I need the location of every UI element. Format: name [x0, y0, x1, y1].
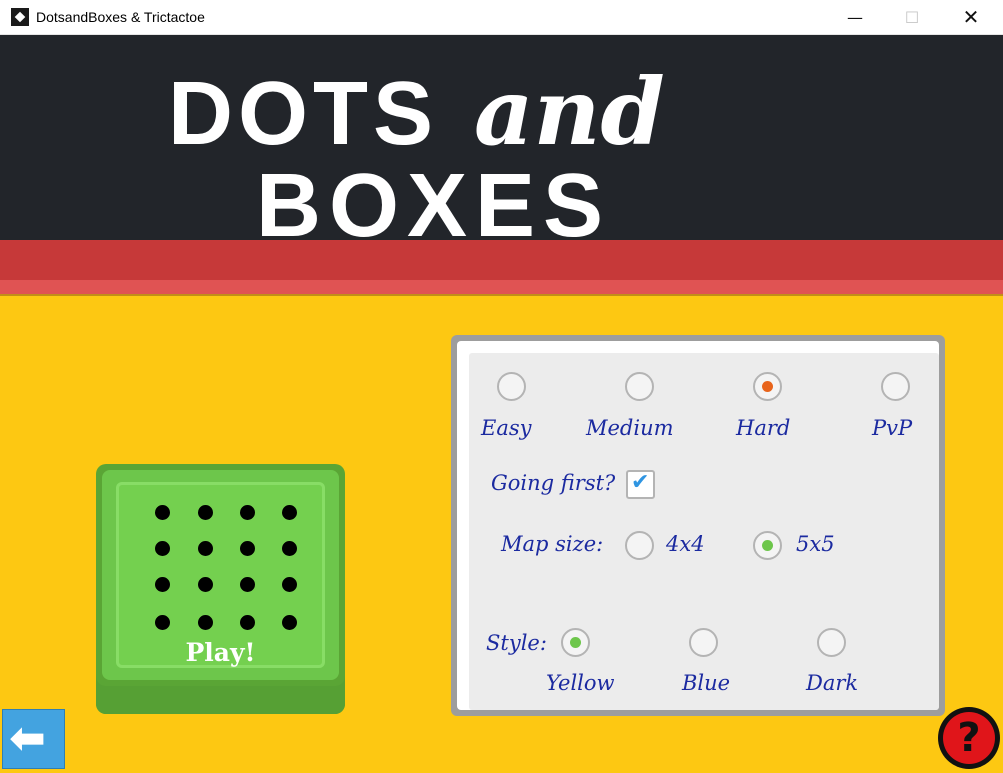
- play-label: Play!: [185, 638, 256, 667]
- radio-easy[interactable]: [497, 372, 526, 401]
- radio-pvp[interactable]: [881, 372, 910, 401]
- grid-dot: [155, 577, 170, 592]
- title-word-boxes: BOXES: [256, 156, 612, 256]
- radio-dark[interactable]: [817, 628, 846, 657]
- close-button[interactable]: ✕: [942, 0, 1000, 34]
- title-word-dots: DOTS: [168, 64, 439, 164]
- map-size-label: Map size:: [501, 532, 604, 556]
- label-hard: Hard: [736, 416, 791, 440]
- grid-dot: [198, 541, 213, 556]
- grid-dot: [282, 577, 297, 592]
- radio-blue[interactable]: [689, 628, 718, 657]
- title-word-and: and: [474, 58, 665, 166]
- going-first-label: Going first?: [491, 471, 616, 495]
- grid-dot: [282, 541, 297, 556]
- grid-dot: [198, 577, 213, 592]
- radio-yellow[interactable]: [561, 628, 590, 657]
- red-stripe-light: [0, 280, 1003, 294]
- arrow-left-icon: ⬅: [9, 713, 46, 764]
- radio-5x5[interactable]: [753, 531, 782, 560]
- label-medium: Medium: [586, 416, 674, 440]
- grid-dot: [240, 615, 255, 630]
- settings-panel: [451, 335, 945, 716]
- grid-dot: [155, 615, 170, 630]
- help-button[interactable]: ?: [938, 707, 1000, 769]
- radio-medium[interactable]: [625, 372, 654, 401]
- title-line-1: DOTS and: [168, 66, 665, 159]
- label-easy: Easy: [481, 416, 532, 440]
- radio-hard[interactable]: [753, 372, 782, 401]
- game-title-banner: DOTS and BOXES: [0, 35, 1003, 251]
- going-first-checkbox[interactable]: ✔: [626, 470, 655, 499]
- radio-selected-indicator: [762, 540, 773, 551]
- label-4x4: 4x4: [666, 532, 705, 556]
- grid-dot: [240, 577, 255, 592]
- label-pvp: PvP: [872, 416, 913, 440]
- label-dark: Dark: [806, 671, 859, 695]
- question-mark-icon: ?: [943, 712, 995, 764]
- minimize-button[interactable]: —: [826, 0, 884, 34]
- grid-dot: [282, 505, 297, 520]
- grid-dot: [240, 505, 255, 520]
- grid-dot: [282, 615, 297, 630]
- back-button[interactable]: ⬅: [2, 709, 65, 769]
- red-stripe: [0, 240, 1003, 280]
- grid-dot: [198, 615, 213, 630]
- grid-dot: [198, 505, 213, 520]
- grid-dot: [155, 541, 170, 556]
- window-title: DotsandBoxes & Trictactoe: [36, 9, 205, 25]
- stripe-divider: [0, 294, 1003, 296]
- grid-dot: [240, 541, 255, 556]
- app-icon: [11, 8, 29, 26]
- radio-4x4[interactable]: [625, 531, 654, 560]
- label-blue: Blue: [682, 671, 731, 695]
- radio-selected-indicator: [570, 637, 581, 648]
- label-5x5: 5x5: [796, 532, 835, 556]
- grid-dot: [155, 505, 170, 520]
- checkmark-icon: ✔: [631, 470, 650, 495]
- style-label: Style:: [486, 631, 547, 655]
- radio-selected-indicator: [762, 381, 773, 392]
- play-button[interactable]: Play!: [96, 464, 345, 714]
- label-yellow: Yellow: [546, 671, 615, 695]
- maximize-button[interactable]: ☐: [883, 0, 941, 34]
- title-bar: DotsandBoxes & Trictactoe — ☐ ✕: [0, 0, 1003, 35]
